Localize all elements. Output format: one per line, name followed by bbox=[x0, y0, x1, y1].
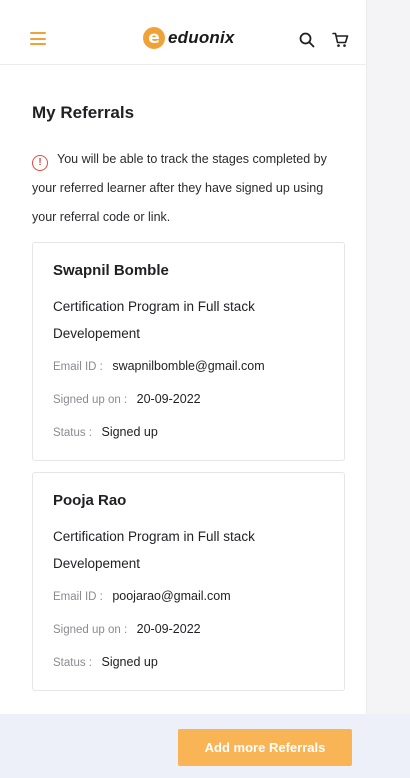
info-message: ! You will be able to track the stages co… bbox=[32, 145, 344, 232]
mobile-page: e eduonix My Referrals ! You will be able… bbox=[0, 0, 367, 714]
referral-status: Signed up bbox=[101, 425, 158, 439]
referral-status: Signed up bbox=[101, 655, 158, 669]
referral-status-row: Status : Signed up bbox=[53, 424, 324, 442]
referral-card: Pooja Rao Certification Program in Full … bbox=[32, 472, 345, 691]
add-more-referrals-button[interactable]: Add more Referrals bbox=[178, 729, 352, 766]
referral-signup-row: Signed up on : 20-09-2022 bbox=[53, 391, 324, 409]
referral-email-row: Email ID : poojarao@gmail.com bbox=[53, 588, 324, 606]
logo-text: eduonix bbox=[168, 28, 235, 47]
top-navbar: e eduonix bbox=[0, 0, 366, 65]
eduonix-logo[interactable]: e eduonix bbox=[143, 27, 235, 49]
logo-mark: e bbox=[143, 27, 165, 49]
hamburger-line bbox=[30, 43, 46, 45]
page-title: My Referrals bbox=[32, 103, 135, 122]
email-label: Email ID : bbox=[53, 591, 103, 603]
info-text: You will be able to track the stages com… bbox=[32, 152, 327, 224]
bottom-action-bar: Add more Referrals bbox=[0, 714, 410, 778]
referral-program: Certification Program in Full stack Deve… bbox=[53, 529, 255, 571]
status-label: Status : bbox=[53, 657, 92, 669]
referral-name: Swapnil Bomble bbox=[53, 262, 169, 279]
referral-email: swapnilbomble@gmail.com bbox=[112, 359, 265, 373]
status-label: Status : bbox=[53, 427, 92, 439]
referral-email-row: Email ID : swapnilbomble@gmail.com bbox=[53, 358, 324, 376]
referral-name: Pooja Rao bbox=[53, 492, 127, 509]
referral-signup-date: 20-09-2022 bbox=[136, 622, 201, 636]
info-icon: ! bbox=[32, 155, 48, 171]
referrals-content: My Referrals ! You will be able to track … bbox=[0, 103, 366, 232]
email-label: Email ID : bbox=[53, 361, 103, 373]
search-icon[interactable] bbox=[298, 31, 316, 49]
referral-program: Certification Program in Full stack Deve… bbox=[53, 299, 255, 341]
referral-signup-row: Signed up on : 20-09-2022 bbox=[53, 621, 324, 639]
hamburger-icon[interactable] bbox=[30, 32, 46, 45]
referral-status-row: Status : Signed up bbox=[53, 654, 324, 672]
hamburger-line bbox=[30, 37, 46, 40]
cart-icon[interactable] bbox=[331, 31, 349, 49]
referral-email: poojarao@gmail.com bbox=[112, 589, 231, 603]
hamburger-line bbox=[30, 32, 46, 34]
referral-signup-date: 20-09-2022 bbox=[136, 392, 201, 406]
signed-up-label: Signed up on : bbox=[53, 394, 128, 406]
referral-card: Swapnil Bomble Certification Program in … bbox=[32, 242, 345, 461]
signed-up-label: Signed up on : bbox=[53, 624, 128, 636]
